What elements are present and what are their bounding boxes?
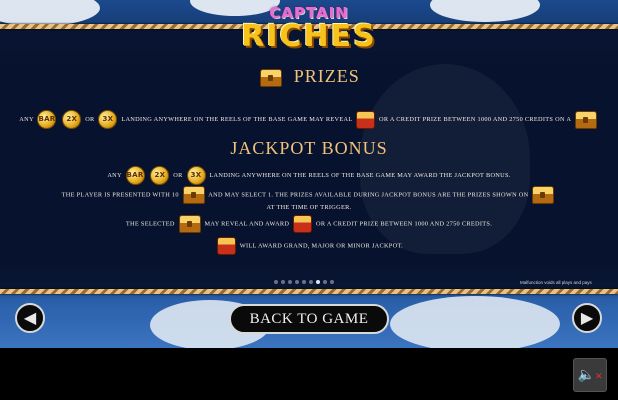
cloud [390,296,560,348]
bar-symbol-icon: BAR [37,110,57,129]
text-rest: LANDING ANYWHERE ON THE REELS OF THE BAS… [209,171,511,179]
page-dot[interactable] [273,280,278,284]
text-any: ANY [19,115,34,123]
text-line5: WILL AWARD GRAND, MAJOR OR MINOR JACKPOT… [239,242,404,250]
3x-symbol-icon: 3X [186,166,206,185]
page-dot[interactable] [287,280,292,284]
game-background: CAPTAIN RICHES PRIZES ANY BAR 2X OR 3X L… [0,0,618,348]
red-chest-icon [216,237,236,255]
prizes-description: ANY BAR 2X OR 3X LANDING ANYWHERE ON THE… [0,110,618,129]
speaker-muted-icon: 🔈 [577,367,595,383]
text-any: ANY [107,171,122,179]
text-b: AND MAY SELECT 1. THE PRIZES AVAILABLE D… [208,191,529,199]
text-a: THE PLAYER IS PRESENTED WITH 10 [61,191,179,199]
jackpot-line-1: ANY BAR 2X OR 3X LANDING ANYWHERE ON THE… [0,166,618,185]
game-logo: CAPTAIN RICHES [0,4,618,52]
prizes-heading: PRIZES [0,66,618,87]
red-chest-icon [356,110,376,129]
text-or: OR [85,115,95,123]
treasure-chest-icon [532,186,555,204]
rope-border-bottom [0,289,618,294]
logo-line-2: RICHES [241,19,377,54]
2x-symbol-icon: 2X [150,166,170,185]
page-dot[interactable] [294,280,299,284]
prizes-title-text: PRIZES [293,66,360,86]
arrow-right-icon: ▶ [580,308,594,327]
2x-symbol-icon: 2X [62,110,82,129]
jackpot-line-5: WILL AWARD GRAND, MAJOR OR MINOR JACKPOT… [0,237,618,255]
jackpot-line-3: AT THE TIME OF TRIGGER. [266,204,352,211]
jackpot-line-4: THE SELECTED MAY REVEAL AND AWARD OR A C… [0,215,618,233]
page-indicator [272,280,335,284]
jackpot-bonus-heading: JACKPOT BONUS [230,138,388,158]
mute-x-icon: ✕ [594,372,603,382]
sound-toggle-button[interactable]: 🔈✕ [573,358,607,392]
page-dot[interactable] [322,280,327,284]
malfunction-note: Malfunction voids all plays and pays [520,280,592,285]
page-dot[interactable] [280,280,285,284]
treasure-chest-icon [574,110,597,129]
treasure-chest-icon [182,186,205,204]
bar-symbol-icon: BAR [125,166,145,185]
page-dot[interactable] [315,280,320,284]
next-page-button[interactable]: ▶ [572,303,602,333]
page-dot[interactable] [301,280,306,284]
previous-page-button[interactable]: ◀ [15,303,45,333]
back-to-game-button[interactable]: BACK TO GAME [229,304,389,334]
page-dot[interactable] [329,280,334,284]
text-c: OR A CREDIT PRIZE BETWEEN 1000 AND 2750 … [316,220,493,228]
jackpot-line-2: THE PLAYER IS PRESENTED WITH 10 AND MAY … [0,186,618,204]
treasure-chest-icon [260,68,283,87]
3x-symbol-icon: 3X [98,110,118,129]
text-b: MAY REVEAL AND AWARD [204,220,290,228]
red-chest-icon [293,215,313,233]
text-a: THE SELECTED [125,220,175,228]
text-or: OR [173,171,183,179]
treasure-chest-icon [178,215,201,233]
text-middle: LANDING ANYWHERE ON THE REELS OF THE BAS… [121,115,353,123]
arrow-left-icon: ◀ [23,308,37,327]
page-dot[interactable] [308,280,313,284]
text-end: OR A CREDIT PRIZE BETWEEN 1000 AND 2750 … [379,115,571,123]
